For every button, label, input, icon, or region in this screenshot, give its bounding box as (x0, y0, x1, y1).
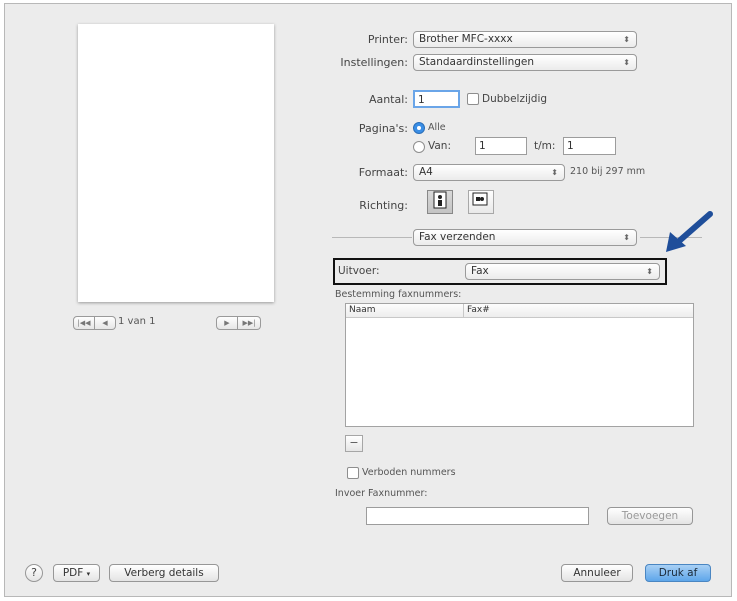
portrait-person-icon (433, 191, 447, 209)
section-divider-left (332, 237, 412, 238)
page-preview (78, 24, 274, 302)
section-select[interactable]: Fax verzenden ⬍ (413, 229, 637, 246)
previous-page-button[interactable]: ◀ (95, 316, 116, 330)
portrait-orientation-icon[interactable] (427, 190, 453, 214)
pages-all-label: Alle (428, 122, 446, 133)
recipients-label: Bestemming faxnummers: (335, 289, 462, 300)
orientation-label: Richting: (359, 199, 408, 212)
updown-arrow-icon: ⬍ (623, 58, 630, 67)
pages-from-label: Van: (428, 140, 451, 152)
settings-select[interactable]: Standaardinstellingen ⬍ (413, 54, 637, 71)
recipients-table[interactable]: Naam Fax# (345, 303, 694, 427)
output-select[interactable]: Fax ⬍ (465, 263, 660, 280)
paper-size-select[interactable]: A4 ⬍ (413, 164, 565, 181)
printer-select[interactable]: Brother MFC-xxxx ⬍ (413, 31, 637, 48)
pages-to-input[interactable]: 1 (563, 137, 616, 155)
remove-recipient-button[interactable]: − (345, 435, 363, 452)
duplex-label: Dubbelzijdig (482, 93, 548, 105)
updown-arrow-icon: ⬍ (551, 168, 558, 177)
paper-size-label: Formaat: (358, 166, 408, 179)
duplex-checkbox[interactable] (467, 93, 479, 105)
page-counter: 1 van 1 (118, 316, 156, 327)
column-header-name[interactable]: Naam (346, 304, 464, 317)
pages-range-radio[interactable] (413, 141, 425, 153)
pages-label: Pagina's: (358, 122, 408, 135)
pages-from-input[interactable]: 1 (475, 137, 527, 155)
landscape-orientation-icon[interactable] (468, 190, 494, 214)
hide-details-button[interactable]: Verberg details (109, 564, 219, 582)
updown-arrow-icon: ⬍ (646, 267, 653, 276)
settings-value: Standaardinstellingen (419, 56, 535, 68)
pages-to-label: t/m: (534, 140, 556, 152)
cancel-button[interactable]: Annuleer (561, 564, 633, 582)
last-page-button[interactable]: ▶▶| (238, 316, 261, 330)
fax-number-label: Invoer Faxnummer: (335, 488, 428, 499)
copies-label: Aantal: (368, 93, 408, 106)
help-button[interactable]: ? (25, 564, 43, 582)
updown-arrow-icon: ⬍ (623, 233, 630, 242)
updown-arrow-icon: ⬍ (623, 35, 630, 44)
copies-input[interactable]: 1 (413, 90, 460, 108)
section-value: Fax verzenden (419, 231, 496, 243)
pdf-label: PDF (62, 567, 84, 579)
output-label: Uitvoer: (338, 265, 380, 277)
column-header-fax[interactable]: Fax# (464, 304, 490, 317)
paper-size-value: A4 (419, 166, 433, 178)
pages-all-radio[interactable] (413, 122, 425, 134)
chevron-down-icon: ▾ (86, 570, 91, 578)
pdf-menu-button[interactable]: PDF ▾ (53, 564, 100, 582)
pointer-arrow-icon (666, 211, 713, 252)
forbidden-numbers-label: Verboden nummers (362, 467, 456, 478)
landscape-person-icon (472, 192, 488, 206)
paper-size-dimensions: 210 bij 297 mm (570, 166, 646, 177)
output-value: Fax (471, 265, 489, 277)
printer-value: Brother MFC-xxxx (419, 33, 513, 45)
first-page-button[interactable]: |◀◀ (73, 316, 95, 330)
forbidden-numbers-checkbox[interactable] (347, 467, 359, 479)
add-fax-button[interactable]: Toevoegen (607, 507, 693, 525)
fax-number-input[interactable] (366, 507, 589, 525)
print-button[interactable]: Druk af (645, 564, 711, 582)
next-page-button[interactable]: ▶ (216, 316, 238, 330)
settings-label: Instellingen: (340, 56, 408, 69)
preview-nav-back-group: |◀◀ ◀ (73, 316, 116, 330)
table-header: Naam Fax# (346, 304, 693, 318)
preview-nav-forward-group: ▶ ▶▶| (216, 316, 261, 330)
printer-label: Printer: (367, 33, 408, 46)
